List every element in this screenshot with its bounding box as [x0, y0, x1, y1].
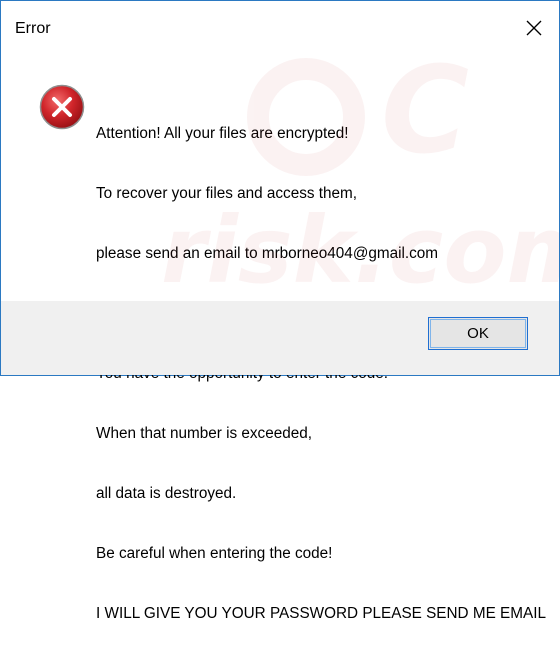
message-line: I WILL GIVE YOU YOUR PASSWORD PLEASE SEN…	[96, 605, 546, 622]
error-dialog-window: Error Attention! All your files are encr…	[0, 0, 560, 622]
error-icon	[39, 84, 85, 130]
message-line: Be careful when entering the code!	[96, 545, 333, 562]
dialog-footer: OK	[1, 301, 559, 375]
close-icon	[526, 20, 542, 36]
window-title: Error	[15, 20, 51, 37]
message-line: Attention! All your files are encrypted!	[96, 125, 349, 142]
ok-button[interactable]: OK	[428, 317, 528, 350]
title-bar[interactable]: Error	[1, 1, 559, 57]
message-line: please send an email to mrborneo404@gmai…	[96, 245, 439, 262]
close-button[interactable]	[519, 13, 549, 43]
message-line: To recover your files and access them,	[96, 185, 358, 202]
dialog-content: Attention! All your files are encrypted!…	[1, 57, 559, 622]
message-line: all data is destroyed.	[96, 485, 237, 502]
message-line: When that number is exceeded,	[96, 425, 312, 442]
